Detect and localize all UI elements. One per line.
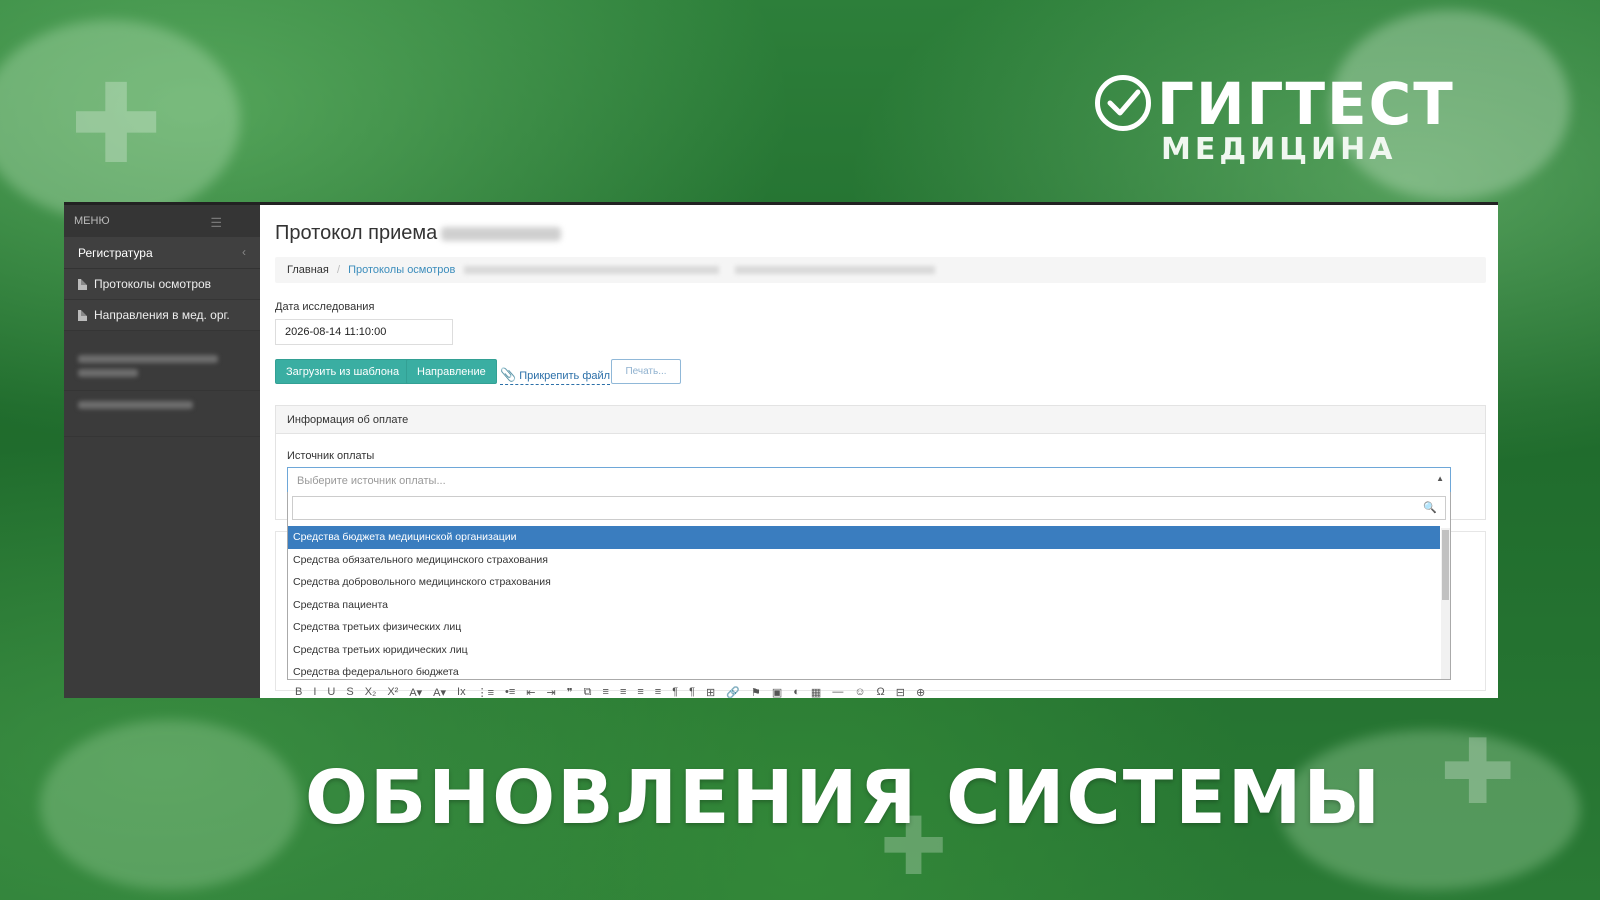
- editor-tool-button[interactable]: X₂: [365, 686, 377, 698]
- dropdown-option[interactable]: Средства федерального бюджета: [288, 661, 1440, 679]
- editor-tool-button[interactable]: U: [327, 686, 335, 698]
- breadcrumb-separator: /: [336, 264, 340, 276]
- dropdown-option[interactable]: Средства обязательного медицинского стра…: [288, 549, 1440, 572]
- select-placeholder: Выберите источник оплаты...: [297, 475, 446, 487]
- editor-tool-button[interactable]: ⊕: [916, 686, 925, 699]
- sidebar-item-protocols[interactable]: Протоколы осмотров: [64, 269, 260, 300]
- dropdown-option[interactable]: Средства третьих юридических лиц: [288, 639, 1440, 662]
- print-button[interactable]: Печать...: [611, 359, 681, 384]
- editor-tool-button[interactable]: •≡: [505, 686, 515, 698]
- sidebar-item-referrals[interactable]: Направления в мед. орг.: [64, 300, 260, 331]
- background-shape: [40, 720, 300, 890]
- editor-tool-button[interactable]: ≡: [620, 686, 626, 698]
- editor-tool-button[interactable]: ≡: [655, 686, 661, 698]
- sidebar-item-blurred[interactable]: [64, 345, 260, 391]
- dropdown-option[interactable]: Средства пациента: [288, 594, 1440, 617]
- sidebar-item-label: Протоколы осмотров: [94, 277, 212, 291]
- breadcrumb-home[interactable]: Главная: [287, 264, 329, 276]
- caret-up-icon: ▲: [1436, 474, 1444, 483]
- sidebar: МЕНЮ ☰ Регистратура ‹ Протоколы осмотров…: [64, 205, 260, 698]
- sidebar-item-blurred[interactable]: [64, 391, 260, 437]
- date-label: Дата исследования: [275, 301, 375, 313]
- main-content: Протокол приема Главная / Протоколы осмо…: [260, 205, 1498, 698]
- editor-tool-button[interactable]: ¶: [689, 686, 695, 698]
- editor-tool-button[interactable]: A▾: [409, 686, 422, 699]
- menu-header: МЕНЮ ☰: [64, 205, 260, 237]
- check-icon: [1095, 75, 1151, 131]
- editor-tool-button[interactable]: ◐: [793, 686, 800, 698]
- editor-tool-button[interactable]: ¶: [672, 686, 678, 698]
- dropdown-option[interactable]: Средства добровольного медицинского стра…: [288, 571, 1440, 594]
- chevron-left-icon: ‹: [242, 245, 246, 259]
- editor-tool-button[interactable]: ⚑: [751, 686, 761, 699]
- editor-tool-button[interactable]: ⊞: [706, 686, 715, 699]
- page-title: Протокол приема: [275, 222, 562, 245]
- sidebar-group-registry[interactable]: Регистратура ‹: [64, 237, 260, 269]
- editor-tool-button[interactable]: ▣: [772, 686, 782, 699]
- editor-tool-button[interactable]: —: [832, 686, 843, 698]
- brand-name: ГИГТЕСТ: [1157, 70, 1455, 138]
- payment-source-dropdown: 🔍 Средства бюджета медицинской организац…: [287, 492, 1451, 680]
- payment-source-select[interactable]: Выберите источник оплаты... ▲: [287, 467, 1451, 493]
- breadcrumb: Главная / Протоколы осмотров: [275, 257, 1486, 283]
- editor-tool-button[interactable]: ❞: [567, 686, 573, 699]
- editor-tool-button[interactable]: Ω: [877, 686, 885, 698]
- dropdown-search-input[interactable]: 🔍: [292, 496, 1446, 520]
- editor-tool-button[interactable]: ☺: [854, 686, 865, 698]
- date-input[interactable]: 2026-08-14 11:10:00: [275, 319, 453, 345]
- dropdown-option[interactable]: Средства бюджета медицинской организации: [288, 526, 1440, 549]
- editor-tool-button[interactable]: ⇥: [547, 686, 556, 699]
- search-icon: 🔍: [1423, 502, 1437, 514]
- blurred-breadcrumb: [464, 266, 720, 275]
- load-template-button[interactable]: Загрузить из шаблона: [275, 359, 411, 384]
- editor-tool-button[interactable]: ≡: [637, 686, 643, 698]
- sidebar-group-label: Регистратура: [78, 246, 153, 260]
- brand-subtitle: МЕДИЦИНА: [1161, 132, 1397, 167]
- editor-tool-button[interactable]: X²: [387, 686, 398, 698]
- menu-label: МЕНЮ: [74, 215, 110, 227]
- paperclip-icon: 📎: [500, 367, 517, 382]
- blurred-text: [441, 226, 562, 241]
- blurred-breadcrumb: [734, 266, 935, 275]
- editor-tool-button[interactable]: ⇤: [526, 686, 535, 699]
- editor-tool-button[interactable]: Ix: [457, 686, 466, 698]
- dropdown-scrollbar[interactable]: [1441, 528, 1450, 679]
- hamburger-icon[interactable]: ☰: [210, 215, 222, 231]
- headline: ОБНОВЛЕНИЯ СИСТЕМЫ: [305, 755, 1383, 841]
- direction-button[interactable]: Направление: [406, 359, 497, 384]
- attach-file-label: Прикрепить файл: [519, 370, 611, 382]
- sidebar-item-label: Направления в мед. орг.: [94, 308, 230, 322]
- editor-tool-button[interactable]: ⧉: [584, 686, 592, 699]
- editor-tool-button[interactable]: ▦: [811, 686, 821, 699]
- document-icon: [78, 309, 87, 321]
- breadcrumb-protocols[interactable]: Протоколы осмотров: [348, 264, 455, 276]
- editor-tool-button[interactable]: B: [295, 686, 302, 698]
- editor-tool-button[interactable]: S: [346, 686, 353, 698]
- editor-tool-button[interactable]: ⊟: [896, 686, 905, 699]
- dropdown-option[interactable]: Средства третьих физических лиц: [288, 616, 1440, 639]
- document-icon: [78, 278, 87, 290]
- payment-source-label: Источник оплаты: [287, 450, 375, 462]
- editor-tool-button[interactable]: I: [313, 686, 316, 698]
- medical-cross-icon: ✚: [70, 60, 163, 188]
- editor-tool-button[interactable]: ≡: [603, 686, 609, 698]
- panel-header: Информация об оплате: [276, 406, 1485, 434]
- page-title-text: Протокол приема: [275, 222, 438, 244]
- editor-tool-button[interactable]: ⋮≡: [477, 686, 494, 699]
- app-window: МЕНЮ ☰ Регистратура ‹ Протоколы осмотров…: [64, 202, 1498, 698]
- scrollbar-thumb[interactable]: [1442, 530, 1449, 600]
- brand-logo: ГИГТЕСТ МЕДИЦИНА: [1095, 70, 1475, 170]
- editor-tool-button[interactable]: A▾: [433, 686, 446, 699]
- editor-toolbar: B I U S X₂ X² A▾ A▾ Ix ⋮≡ •≡ ⇤ ⇥ ❞ ⧉ ≡ ≡ ≡ ≡ ¶ ¶ ⊞ 🔗 ⚑ ▣ ◐ ▦ — ☺ Ω ⊟ ⊕: [287, 683, 1451, 699]
- editor-tool-button[interactable]: 🔗: [726, 686, 740, 699]
- attach-file-link[interactable]: 📎 Прикрепить файл: [500, 367, 611, 385]
